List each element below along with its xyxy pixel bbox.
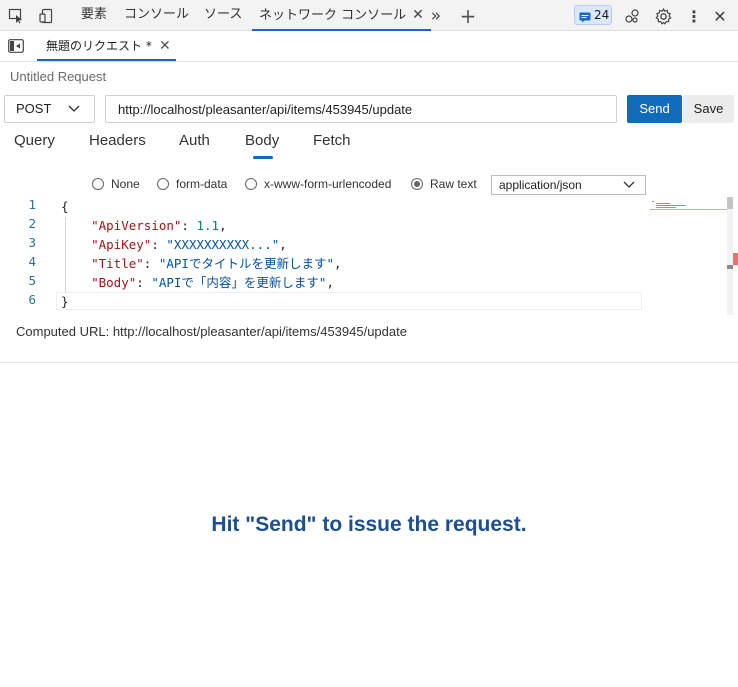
line-number: 6 (28, 292, 36, 307)
scrollbar-thumb[interactable] (727, 197, 733, 209)
tab-sources[interactable]: ソース (204, 0, 242, 31)
code-token: : (151, 237, 167, 252)
radio-raw-text-label: Raw text (430, 177, 477, 191)
request-tab-bar: 無題のリクエスト * ✕ (0, 31, 738, 62)
code-token: "APIで「内容」を更新します" (151, 275, 327, 290)
request-tab-label: 無題のリクエスト * (46, 39, 152, 53)
radio-raw-text-dot (411, 178, 423, 190)
device-emulation-icon[interactable] (38, 7, 56, 25)
add-tab-icon[interactable]: + (459, 4, 477, 28)
code-token: { (61, 199, 69, 214)
code-token: 1.1 (196, 218, 220, 233)
current-line-highlight (56, 292, 642, 310)
radio-none[interactable]: None (92, 175, 140, 193)
code-token: "APIでタイトルを更新します" (158, 256, 334, 271)
code-line: "ApiVersion": 1.1, (61, 216, 227, 235)
radio-urlencoded-label: x-www-form-urlencoded (264, 177, 392, 191)
code-token: : (181, 218, 197, 233)
radio-raw-text[interactable]: Raw text (411, 175, 477, 193)
code-token: "XXXXXXXXXX..." (166, 237, 280, 252)
connection-icon[interactable] (623, 7, 641, 25)
code-line: { (61, 197, 69, 216)
tab-elements[interactable]: 要素 (81, 0, 107, 31)
radio-form-data-dot (157, 178, 169, 190)
scrollbar-marker (727, 265, 733, 269)
code-token: } (61, 294, 69, 309)
more-tabs-icon[interactable]: » (427, 6, 445, 26)
code-token: , (219, 218, 227, 233)
issues-badge[interactable]: 24 (574, 5, 612, 25)
line-number: 2 (28, 216, 36, 231)
active-tab-indicator (253, 156, 273, 159)
tab-body[interactable]: Body (245, 132, 279, 149)
inspect-element-icon[interactable] (7, 7, 25, 25)
code-token: , (279, 237, 287, 252)
settings-gear-icon[interactable] (654, 7, 672, 25)
code-line: "Body": "APIで「内容」を更新します", (61, 273, 334, 292)
line-number: 5 (28, 273, 36, 288)
radio-form-data-label: form-data (176, 177, 228, 191)
radio-urlencoded-dot (245, 178, 257, 190)
radio-form-data[interactable]: form-data (157, 175, 227, 193)
code-editor[interactable]: 1 2 3 4 5 6 { "ApiVersion": 1.1, "ApiKey… (0, 197, 738, 315)
method-select[interactable]: POST (4, 95, 95, 123)
radio-urlencoded[interactable]: x-www-form-urlencoded (245, 175, 391, 193)
devtools-tab-bar: 要素 コンソール ソース ネットワーク コンソール ✕ » + 24 ⋮ ✕ (0, 0, 738, 31)
code-token: "ApiKey" (61, 237, 152, 252)
line-number: 1 (28, 197, 36, 212)
code-token: "Title" (61, 256, 144, 271)
error-marker (733, 253, 738, 265)
tab-auth[interactable]: Auth (179, 132, 210, 149)
code-line: "Title": "APIでタイトルを更新します", (61, 254, 342, 273)
send-button[interactable]: Send (627, 95, 682, 123)
radio-none-label: None (111, 177, 140, 191)
content-type-value: application/json (499, 178, 582, 192)
vertical-scrollbar[interactable] (727, 197, 738, 315)
chevron-down-icon (68, 96, 80, 131)
close-icon[interactable]: ✕ (412, 7, 424, 23)
close-request-tab-icon[interactable]: ✕ (159, 31, 171, 61)
radio-none-dot (92, 178, 104, 190)
method-value: POST (16, 101, 52, 116)
send-hint: Hit "Send" to issue the request. (211, 513, 527, 536)
code-token: , (326, 275, 334, 290)
content-type-select[interactable]: application/json (491, 175, 646, 195)
code-line: "ApiKey": "XXXXXXXXXX...", (61, 235, 287, 254)
toggle-sidebar-icon[interactable] (7, 37, 25, 55)
code-line: } (61, 292, 69, 311)
issues-count: 24 (594, 8, 610, 22)
divider (0, 362, 738, 363)
computed-url: Computed URL: http://localhost/pleasante… (16, 324, 407, 339)
close-devtools-icon[interactable]: ✕ (711, 7, 729, 26)
code-token: "Body" (61, 275, 137, 290)
line-number: 3 (28, 235, 36, 250)
minimap[interactable] (650, 197, 728, 211)
code-token: : (136, 275, 152, 290)
line-number: 4 (28, 254, 36, 269)
code-token: , (334, 256, 342, 271)
save-button[interactable]: Save (683, 95, 734, 123)
url-input[interactable] (105, 95, 617, 123)
request-title[interactable]: Untitled Request (10, 69, 106, 84)
chevron-down-icon (623, 176, 635, 199)
tab-console[interactable]: コンソール (124, 0, 189, 31)
tab-network-console[interactable]: ネットワーク コンソール ✕ (252, 0, 431, 31)
code-token: "ApiVersion" (61, 218, 182, 233)
code-token: : (143, 256, 159, 271)
tab-headers[interactable]: Headers (89, 132, 146, 149)
more-options-icon[interactable]: ⋮ (685, 7, 703, 26)
request-tab[interactable]: 無題のリクエスト * ✕ (37, 31, 176, 61)
tab-fetch[interactable]: Fetch (313, 132, 351, 149)
tab-network-console-label: ネットワーク コンソール (259, 8, 407, 23)
tab-query[interactable]: Query (14, 132, 55, 149)
message-icon (579, 10, 591, 28)
